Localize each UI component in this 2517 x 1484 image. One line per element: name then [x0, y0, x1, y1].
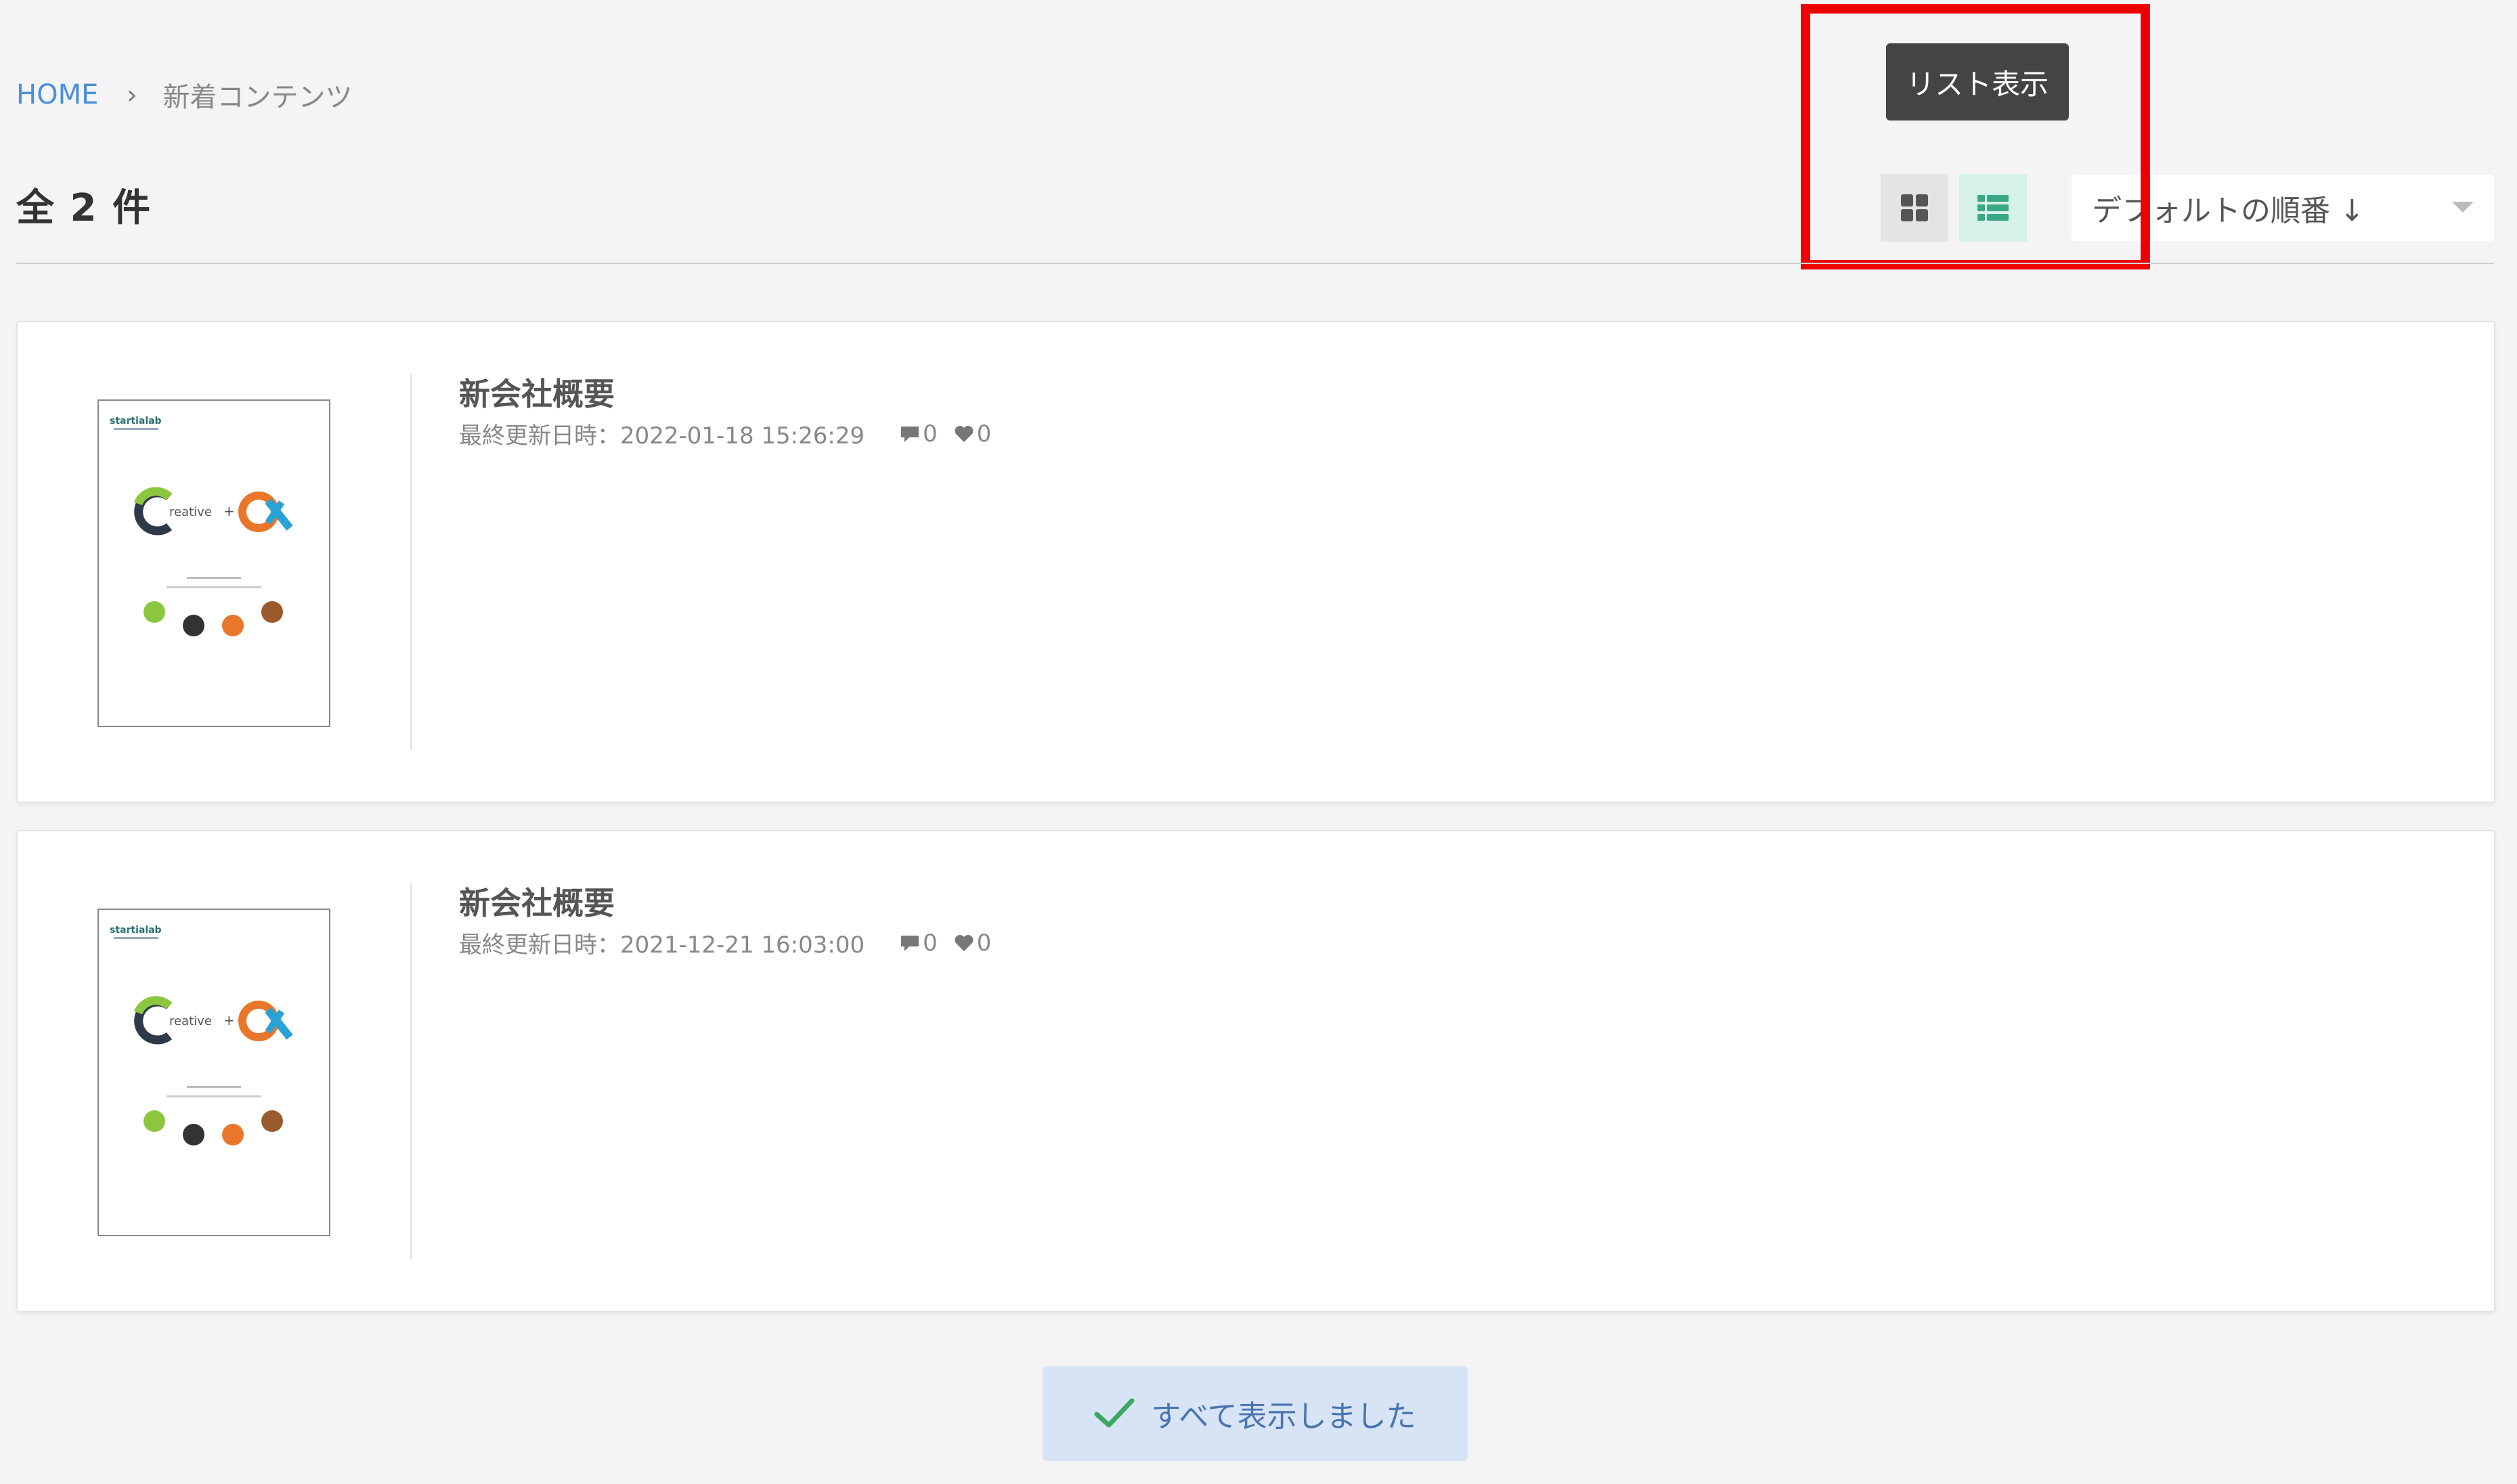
comment-count-value: 0: [923, 929, 938, 957]
highlight-box: [1801, 4, 2150, 269]
thumbnail-headline-text: reative: [169, 1014, 212, 1028]
check-icon: [1094, 1398, 1135, 1428]
content-meta: 最終更新日時：2021-12-21 16:03:00 0 0: [459, 926, 991, 959]
total-count: 全 2 件: [16, 186, 152, 230]
all-shown-button[interactable]: すべて表示しました: [1043, 1366, 1468, 1461]
thumbnail-plus-text: +: [223, 503, 235, 519]
chevron-down-icon: [2452, 202, 2474, 213]
breadcrumb-separator: ›: [127, 80, 137, 110]
thumbnail-plus-text: +: [223, 1012, 235, 1028]
updated-time: 最終更新日時：2021-12-21 16:03:00: [459, 932, 865, 959]
breadcrumb: HOME › 新着コンテンツ: [16, 74, 353, 115]
content-card[interactable]: startialab reative + 新会社概要 最終更新日時：2022-0…: [16, 321, 2495, 803]
heart-icon: [955, 425, 973, 442]
comment-count: 0: [900, 420, 938, 448]
content-thumbnail[interactable]: startialab reative +: [97, 399, 330, 727]
heart-icon: [955, 934, 973, 951]
page: HOME › 新着コンテンツ 全 2 件 リスト表示 デフォルトの順番 ↓ st…: [0, 0, 2517, 1484]
comment-icon: [901, 935, 919, 951]
like-count: 0: [954, 929, 992, 957]
content-title[interactable]: 新会社概要: [459, 879, 615, 923]
like-count-value: 0: [976, 929, 992, 957]
updated-time: 最終更新日時：2022-01-18 15:26:29: [459, 422, 865, 450]
header-divider: [16, 263, 2494, 264]
like-count-value: 0: [976, 420, 992, 448]
comment-icon: [901, 426, 919, 442]
content-thumbnail[interactable]: startialab reative +: [97, 909, 330, 1236]
card-separator: [410, 374, 412, 750]
thumbnail-headline-text: reative: [169, 505, 212, 519]
breadcrumb-home-link[interactable]: HOME: [16, 79, 98, 110]
thumbnail-logo-text: startialab: [110, 925, 162, 936]
thumbnail-logo-text: startialab: [110, 416, 162, 427]
comment-count-value: 0: [923, 420, 938, 448]
breadcrumb-current: 新着コンテンツ: [162, 82, 353, 113]
all-shown-label: すべて表示しました: [1151, 1399, 1416, 1434]
like-count: 0: [954, 420, 992, 448]
content-meta: 最終更新日時：2022-01-18 15:26:29 0 0: [459, 417, 991, 450]
card-separator: [410, 883, 412, 1259]
content-title[interactable]: 新会社概要: [459, 370, 615, 414]
content-card[interactable]: startialab reative + 新会社概要 最終更新日時：2021-1…: [16, 830, 2495, 1312]
comment-count: 0: [900, 930, 938, 957]
